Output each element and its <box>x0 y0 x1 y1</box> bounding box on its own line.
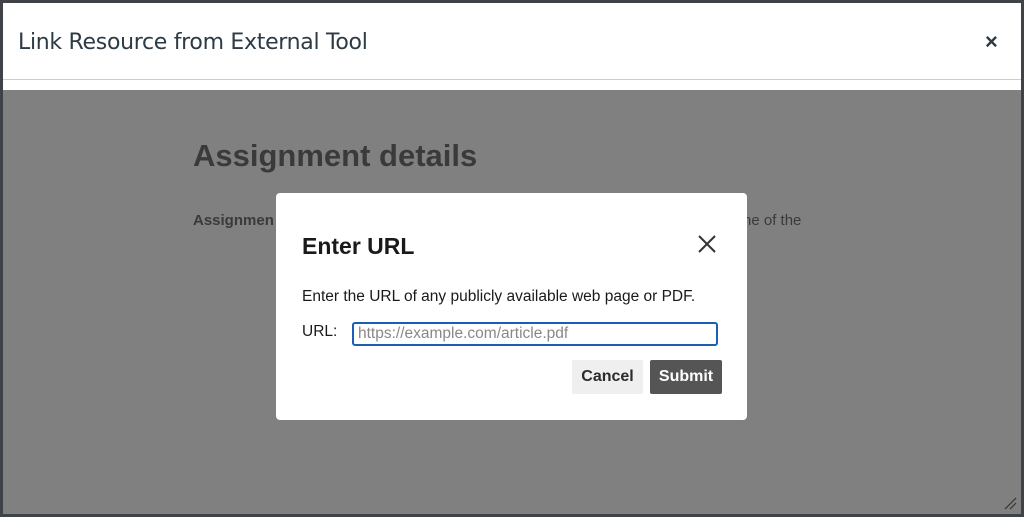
external-tool-modal: Link Resource from External Tool × Assig… <box>3 3 1021 514</box>
url-input[interactable] <box>352 322 718 346</box>
url-label: URL: <box>302 323 338 340</box>
modal-close-button[interactable]: × <box>985 31 998 53</box>
dialog-title: Enter URL <box>302 233 415 259</box>
dialog-description: Enter the URL of any publicly available … <box>302 288 696 305</box>
modal-header: Link Resource from External Tool × <box>3 3 1021 80</box>
cancel-button[interactable]: Cancel <box>572 360 643 394</box>
submit-button[interactable]: Submit <box>650 360 722 394</box>
header-spacer <box>3 80 1021 90</box>
resize-handle-icon[interactable] <box>1003 496 1017 510</box>
modal-title: Link Resource from External Tool <box>18 30 368 55</box>
enter-url-dialog: Enter URL Enter the URL of any publicly … <box>276 193 747 420</box>
tool-frame-overlay: Assignment details Assignmen ne of the E… <box>3 90 1021 514</box>
background-subtext-left: Assignmen <box>193 212 274 229</box>
background-heading: Assignment details <box>193 138 478 173</box>
close-icon[interactable] <box>696 233 718 255</box>
background-subtext-right: ne of the <box>743 212 802 229</box>
